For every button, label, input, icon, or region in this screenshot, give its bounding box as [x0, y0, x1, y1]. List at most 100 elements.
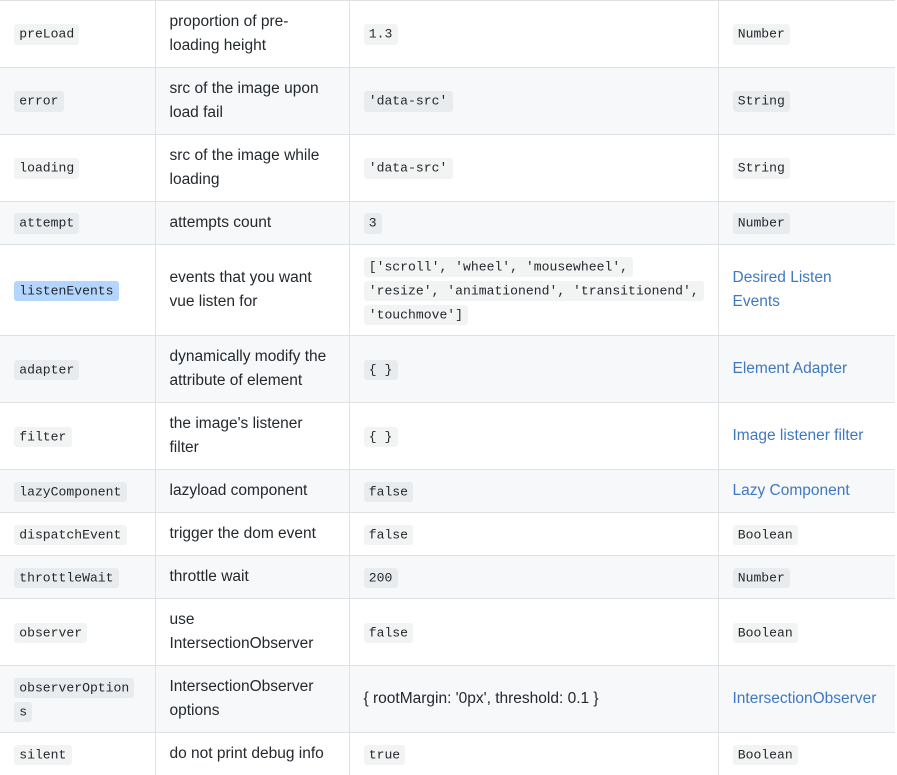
option-value-code: 'data-src' [364, 158, 453, 178]
option-name-code: preLoad [14, 24, 79, 44]
option-description: lazyload component [170, 482, 308, 499]
table-cell-name: lazyComponent [0, 470, 155, 513]
table-cell-value: { } [349, 336, 718, 403]
option-type-link[interactable]: Lazy Component [733, 482, 850, 499]
table-cell-value: 'data-src' [349, 135, 718, 202]
option-name-code: listenEvents [14, 281, 119, 301]
option-value-code: ['scroll', 'wheel', 'mousewheel', 'resiz… [364, 257, 705, 325]
table-cell-description: lazyload component [155, 470, 349, 513]
option-value-code: false [364, 525, 414, 545]
option-description: the image's listener filter [170, 415, 303, 456]
option-type-code: Number [733, 213, 791, 233]
option-description: do not print debug info [170, 745, 324, 762]
option-description: proportion of pre-loading height [170, 13, 289, 54]
table-cell-description: trigger the dom event [155, 513, 349, 556]
option-type-link[interactable]: Desired Listen Events [733, 269, 832, 310]
option-type-code: String [733, 158, 791, 178]
table-cell-name: silent [0, 733, 155, 775]
option-value-code: false [364, 482, 414, 502]
option-type-link[interactable]: Image listener filter [733, 427, 864, 444]
table-row: observerOptions IntersectionObserver opti… [0, 666, 895, 733]
option-description: throttle wait [170, 568, 249, 585]
option-type-link[interactable]: Element Adapter [733, 360, 848, 377]
table-cell-description: do not print debug info [155, 733, 349, 775]
table-row: adapter dynamically modify the attribute … [0, 336, 895, 403]
table-cell-description: dynamically modify the attribute of elem… [155, 336, 349, 403]
table-cell-description: attempts count [155, 202, 349, 245]
table-row: preLoad proportion of pre-loading height 1… [0, 1, 895, 68]
table-cell-name: observer [0, 599, 155, 666]
option-name-code: loading [14, 158, 79, 178]
table-cell-name: throttleWait [0, 556, 155, 599]
option-description: trigger the dom event [170, 525, 316, 542]
option-name-code: observerOptions [14, 678, 134, 722]
option-description: events that you want vue listen for [170, 269, 312, 310]
table-cell-value: 1.3 [349, 1, 718, 68]
option-description: dynamically modify the attribute of elem… [170, 348, 327, 389]
table-cell-description: src of the image upon load fail [155, 68, 349, 135]
option-value-code: 200 [364, 568, 398, 588]
table-cell-value: false [349, 513, 718, 556]
table-cell-value: 200 [349, 556, 718, 599]
table-row: loading src of the image while loading 'da… [0, 135, 895, 202]
option-type-code: Boolean [733, 745, 798, 765]
option-value-code: { } [364, 427, 398, 447]
options-table: preLoad proportion of pre-loading height 1… [0, 0, 895, 775]
table-row: attempt attempts count 3 Number [0, 202, 895, 245]
table-cell-name: error [0, 68, 155, 135]
table-cell-name: preLoad [0, 1, 155, 68]
table-cell-value: { rootMargin: '0px', threshold: 0.1 } [349, 666, 718, 733]
table-cell-type: Desired Listen Events [718, 245, 895, 336]
table-cell-value: { } [349, 403, 718, 470]
table-cell-name: attempt [0, 202, 155, 245]
option-name-code: filter [14, 427, 72, 447]
table-cell-type: Lazy Component [718, 470, 895, 513]
table-cell-type: Boolean [718, 599, 895, 666]
option-value-code: false [364, 623, 414, 643]
table-row: silent do not print debug info true Boolean [0, 733, 895, 775]
table-cell-value: true [349, 733, 718, 775]
option-type-code: Boolean [733, 525, 798, 545]
table-cell-value: 3 [349, 202, 718, 245]
table-cell-name: loading [0, 135, 155, 202]
table-cell-value: false [349, 599, 718, 666]
option-description: src of the image while loading [170, 147, 320, 188]
table-row: filter the image's listener filter { } Imag… [0, 403, 895, 470]
option-type-code: Boolean [733, 623, 798, 643]
option-type-code: Number [733, 568, 791, 588]
option-type-code: String [733, 91, 791, 111]
table-cell-description: IntersectionObserver options [155, 666, 349, 733]
table-cell-description: the image's listener filter [155, 403, 349, 470]
table-cell-type: Number [718, 1, 895, 68]
option-value-code: 1.3 [364, 24, 398, 44]
table-cell-type: Number [718, 556, 895, 599]
table-cell-name: dispatchEvent [0, 513, 155, 556]
table-cell-value: 'data-src' [349, 68, 718, 135]
option-type-link[interactable]: IntersectionObserver [733, 690, 877, 707]
table-row: observer use IntersectionObserver false Boo… [0, 599, 895, 666]
table-cell-name: adapter [0, 336, 155, 403]
option-type-code: Number [733, 24, 791, 44]
option-description: use IntersectionObserver [170, 611, 314, 652]
option-description: IntersectionObserver options [170, 678, 314, 719]
table-cell-description: src of the image while loading [155, 135, 349, 202]
option-name-code: throttleWait [14, 568, 119, 588]
table-row: listenEvents events that you want vue lis… [0, 245, 895, 336]
option-value-code: 'data-src' [364, 91, 453, 111]
table-row: errorsrc of the image upon load fail 'dat… [0, 68, 895, 135]
table-row: dispatchEvent trigger the dom event false B… [0, 513, 895, 556]
table-row: lazyComponent lazyload component false Lazy… [0, 470, 895, 513]
option-name-code: dispatchEvent [14, 525, 127, 545]
table-row: throttleWait throttle wait 200 Number [0, 556, 895, 599]
table-cell-type: Number [718, 202, 895, 245]
option-description: attempts count [170, 214, 272, 231]
options-table-body: preLoad proportion of pre-loading height 1… [0, 1, 895, 775]
option-name-code: observer [14, 623, 87, 643]
table-cell-name: filter [0, 403, 155, 470]
table-cell-value: ['scroll', 'wheel', 'mousewheel', 'resiz… [349, 245, 718, 336]
option-name-code: attempt [14, 213, 79, 233]
option-name-code: lazyComponent [14, 482, 127, 502]
table-cell-type: String [718, 135, 895, 202]
option-value-code: { } [364, 360, 398, 380]
table-cell-description: events that you want vue listen for [155, 245, 349, 336]
